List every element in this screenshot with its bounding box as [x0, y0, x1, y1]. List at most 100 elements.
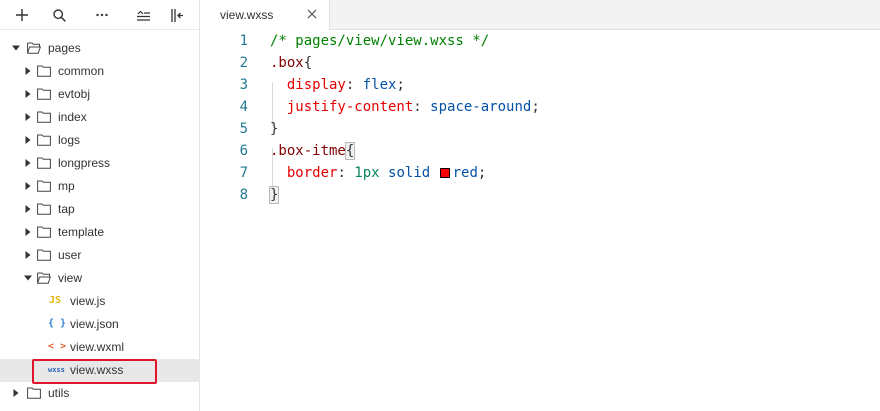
caret-right-icon[interactable] — [24, 113, 32, 121]
code-line: 7 border: 1px solid red; — [200, 162, 880, 184]
tree-item-label: view.wxml — [70, 340, 125, 354]
code-text: .box{ — [270, 55, 313, 71]
tree-item-view[interactable]: view — [0, 267, 200, 290]
tree-item-label: tap — [58, 202, 75, 216]
line-number: 8 — [239, 187, 248, 203]
tree-item-label: longpress — [58, 156, 111, 170]
search-icon — [52, 8, 66, 22]
file-type-json-icon: { } — [48, 318, 67, 329]
tree-item-label: utils — [48, 386, 70, 400]
folder-open-icon — [37, 272, 51, 284]
toggle-sidebar-button[interactable] — [165, 4, 189, 26]
code-line: 2 .box{ — [200, 52, 880, 74]
tree-item-view-json[interactable]: { } view.json — [0, 313, 200, 336]
tree-item-label: pages — [48, 41, 81, 55]
caret-right-icon[interactable] — [24, 228, 32, 236]
folder-icon — [37, 134, 51, 146]
caret-right-icon[interactable] — [24, 251, 32, 259]
code-text: } — [270, 121, 279, 137]
more-icon — [96, 13, 108, 17]
code-line: 4 justify-content: space-around; — [200, 96, 880, 118]
tree-item-utils[interactable]: utils — [0, 382, 200, 405]
tree-item-label: view.json — [70, 317, 119, 331]
code-text: border: 1px solid red; — [286, 165, 487, 181]
folder-open-icon — [27, 42, 41, 54]
folder-icon — [37, 203, 51, 215]
caret-down-icon[interactable] — [24, 274, 32, 282]
tree-item-label: mp — [58, 179, 75, 193]
line-number: 3 — [239, 77, 248, 93]
tree-item-tap[interactable]: tap — [0, 198, 200, 221]
code-editor[interactable]: 1 /* pages/view/view.wxss */ 2 .box{ 3 d… — [200, 30, 880, 411]
line-number: 5 — [239, 121, 248, 137]
tree-item-user[interactable]: user — [0, 244, 200, 267]
caret-right-icon[interactable] — [24, 205, 32, 213]
tree-item-evtobj[interactable]: evtobj — [0, 83, 200, 106]
line-number: 7 — [239, 165, 248, 181]
tree-item-label: view.js — [70, 294, 106, 308]
close-icon[interactable] — [306, 8, 318, 20]
tree-item-view-js[interactable]: JS view.js — [0, 290, 200, 313]
collapse-all-button[interactable] — [131, 4, 155, 26]
folder-icon — [37, 88, 51, 100]
code-line: 1 /* pages/view/view.wxss */ — [200, 30, 880, 52]
caret-right-icon[interactable] — [24, 159, 32, 167]
tree-item-pages[interactable]: pages — [0, 37, 200, 60]
tree-item-label: evtobj — [58, 87, 91, 101]
caret-right-icon[interactable] — [24, 136, 32, 144]
file-type-wxml-icon: < > — [48, 341, 67, 352]
caret-right-icon[interactable] — [24, 67, 32, 75]
tree-item-label: view — [58, 271, 83, 285]
tree-item-label: logs — [58, 133, 81, 147]
code-text: /* pages/view/view.wxss */ — [270, 33, 490, 49]
collapse-sidebar-icon — [170, 8, 183, 22]
code-text: display: flex; — [286, 77, 405, 93]
tab-view-wxss[interactable]: view.wxss — [200, 0, 330, 31]
file-tree: pages common evtobj index logs longpress mp tap… — [0, 37, 200, 405]
code-line: 6 .box-itme{ — [200, 140, 880, 162]
folder-icon — [37, 65, 51, 77]
file-type-wxss-icon: wxss — [48, 366, 65, 374]
tree-item-view-wxml[interactable]: < > view.wxml — [0, 336, 200, 359]
tab-label: view.wxss — [220, 8, 274, 22]
code-text: } — [268, 186, 280, 204]
tree-item-logs[interactable]: logs — [0, 129, 200, 152]
tree-item-label: view.wxss — [70, 363, 124, 377]
tree-item-index[interactable]: index — [0, 106, 200, 129]
tree-item-longpress[interactable]: longpress — [0, 152, 200, 175]
caret-down-icon[interactable] — [12, 44, 20, 52]
line-number: 2 — [239, 55, 248, 71]
code-text: .box-itme{ — [270, 142, 356, 160]
tree-item-view-wxss[interactable]: wxss view.wxss — [0, 359, 200, 382]
caret-right-icon[interactable] — [24, 90, 32, 98]
explorer-toolbar — [0, 0, 200, 30]
file-explorer: pages common evtobj index logs longpress mp tap… — [0, 0, 200, 411]
code-line: 8 } — [200, 184, 880, 206]
code-text: justify-content: space-around; — [286, 99, 540, 115]
collapse-list-icon — [136, 10, 150, 21]
folder-icon — [37, 180, 51, 192]
folder-icon — [37, 249, 51, 261]
folder-icon — [37, 157, 51, 169]
tree-item-template[interactable]: template — [0, 221, 200, 244]
tree-item-label: index — [58, 110, 87, 124]
folder-icon — [37, 226, 51, 238]
tree-item-label: template — [58, 225, 105, 239]
more-button[interactable] — [90, 4, 114, 26]
editor-tabbar: view.wxss — [200, 0, 880, 31]
add-button[interactable] — [10, 4, 34, 26]
line-number: 6 — [239, 143, 248, 159]
folder-icon — [27, 387, 41, 399]
color-swatch[interactable] — [439, 168, 450, 178]
line-number: 4 — [239, 99, 248, 115]
tree-item-common[interactable]: common — [0, 60, 200, 83]
search-button[interactable] — [47, 4, 71, 26]
add-icon — [16, 9, 28, 21]
tree-item-mp[interactable]: mp — [0, 175, 200, 198]
code-line: 3 display: flex; — [200, 74, 880, 96]
tree-item-label: common — [58, 64, 105, 78]
caret-right-icon[interactable] — [24, 182, 32, 190]
tree-item-label: user — [58, 248, 82, 262]
code-line: 5 } — [200, 118, 880, 140]
caret-right-icon[interactable] — [12, 389, 20, 397]
